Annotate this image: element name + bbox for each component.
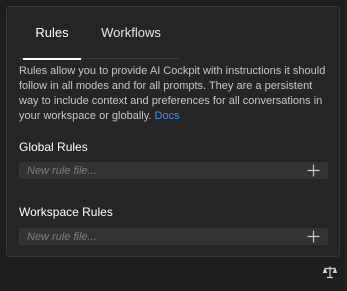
workspace-rule-input[interactable] [19, 228, 289, 245]
global-rule-input-row [19, 162, 328, 179]
tab-rules[interactable]: Rules [23, 19, 81, 60]
rules-popover: Rules Workflows Rules allow you to provi… [6, 6, 340, 257]
docs-link[interactable]: Docs [155, 110, 180, 122]
scale-icon[interactable] [322, 265, 338, 279]
add-workspace-rule-button[interactable] [305, 228, 322, 245]
plus-icon [307, 230, 320, 243]
global-rule-input[interactable] [19, 162, 289, 179]
workspace-rules-title: Workspace Rules [19, 205, 113, 219]
rules-description: Rules allow you to provide AI Cockpit wi… [19, 64, 329, 124]
tab-workflows[interactable]: Workflows [93, 19, 169, 59]
tab-bar: Rules Workflows [19, 19, 179, 60]
plus-icon [307, 164, 320, 177]
workspace-rule-input-row [19, 228, 328, 245]
global-rules-title: Global Rules [19, 140, 88, 154]
add-global-rule-button[interactable] [305, 162, 322, 179]
